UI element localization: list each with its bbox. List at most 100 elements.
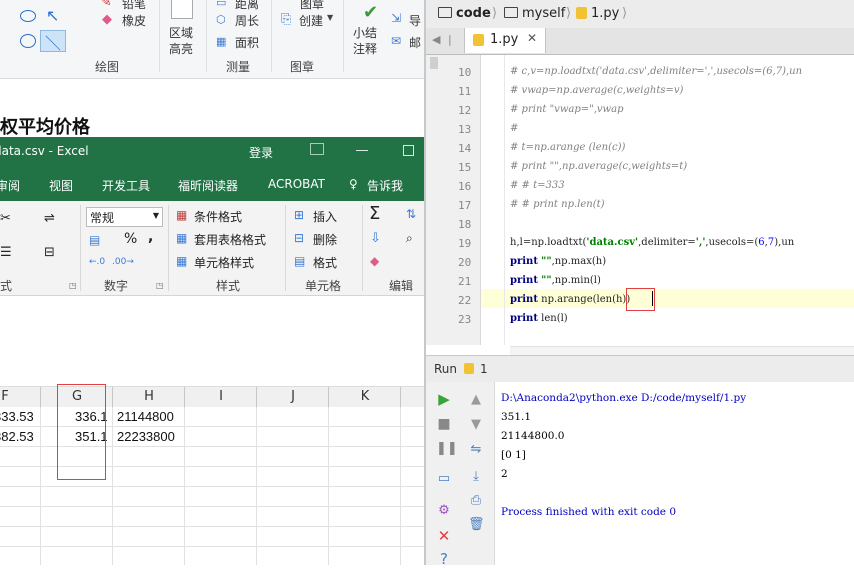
scroll-thumb[interactable]: [430, 57, 438, 69]
code-line[interactable]: # c,v=np.loadtxt('data.csv',delimiter=',…: [510, 66, 802, 77]
cell-styles-icon[interactable]: ▦: [176, 254, 187, 268]
code-line[interactable]: #: [510, 123, 518, 134]
clear-icon[interactable]: ◆: [370, 254, 379, 268]
stamp-tool[interactable]: 图章: [300, 0, 324, 12]
decrease-decimal-icon[interactable]: .00→: [112, 257, 134, 267]
export-label[interactable]: 导: [409, 12, 421, 29]
breadcrumb-file[interactable]: 1.py: [591, 6, 619, 21]
run-config-name[interactable]: 1: [480, 362, 488, 376]
create-icon[interactable]: ⎘: [281, 12, 291, 27]
format-icon[interactable]: ▤: [294, 254, 305, 268]
increase-decimal-icon[interactable]: ←.0: [89, 257, 105, 267]
create-tool[interactable]: 创建: [299, 12, 323, 29]
export-icon[interactable]: ⇲: [391, 11, 401, 25]
conditional-format-icon[interactable]: ▦: [176, 208, 187, 222]
scroll-end-icon[interactable]: ⤓: [468, 470, 484, 484]
tab-acrobat[interactable]: ACROBAT: [268, 177, 325, 191]
column-j[interactable]: J: [257, 389, 329, 404]
code-line[interactable]: print "",np.max(h): [510, 256, 606, 267]
conditional-format-button[interactable]: 条件格式: [194, 208, 242, 225]
code-line[interactable]: # # t=333: [510, 180, 565, 191]
pause-icon[interactable]: ❚❚: [436, 442, 458, 456]
up-arrow-icon[interactable]: ▲: [468, 393, 484, 407]
cell-styles-button[interactable]: 单元格样式: [194, 254, 254, 271]
expand-icon[interactable]: ◳: [69, 281, 77, 290]
code-line[interactable]: # # print np.len(t): [510, 199, 605, 210]
console-output[interactable]: D:\Anaconda2\python.exe D:/code/myself/1…: [495, 382, 854, 565]
format-as-table-button[interactable]: 套用表格格式: [194, 231, 266, 248]
percent-button[interactable]: %: [124, 231, 137, 247]
code-line[interactable]: # print "",np.average(c,weights=t): [510, 161, 687, 172]
pencil-tool[interactable]: 铅笔: [122, 0, 146, 12]
delete-icon[interactable]: ⊟: [294, 231, 304, 245]
tab-view[interactable]: 视图: [49, 177, 73, 194]
highlight-label[interactable]: 高亮: [169, 40, 193, 57]
cell-f2[interactable]: 382.53: [0, 429, 34, 444]
layout-icon[interactable]: ▭: [436, 472, 452, 486]
ribbon-display-icon[interactable]: [310, 143, 324, 155]
insert-button[interactable]: 插入: [313, 208, 337, 225]
cell-h1[interactable]: 21144800: [117, 409, 174, 424]
area-icon[interactable]: ▦: [216, 35, 226, 48]
ellipse-tool-icon[interactable]: [20, 10, 36, 22]
code-editor[interactable]: 10 11 12 13 14 15 16 17 18 19 20 21 22 2…: [426, 55, 854, 345]
distance-tool[interactable]: 距离: [235, 0, 259, 12]
tab-1-py[interactable]: 1.py ✕: [464, 28, 546, 53]
code-line[interactable]: # print "vwap=",vwap: [510, 104, 623, 115]
tab-review[interactable]: 审阅: [0, 177, 20, 194]
indent-icon[interactable]: ☰: [0, 245, 12, 260]
fill-icon[interactable]: ⇩: [370, 231, 381, 246]
close-icon[interactable]: ✕: [527, 31, 537, 45]
format-painter-icon[interactable]: ✂: [0, 211, 11, 226]
login-link[interactable]: 登录: [249, 144, 273, 161]
lightbulb-icon[interactable]: ♀: [349, 177, 358, 191]
chevron-left-icon[interactable]: ◀: [432, 33, 440, 46]
close-icon[interactable]: ✕: [436, 529, 452, 544]
pencil-icon[interactable]: ✎: [100, 0, 112, 10]
code-line[interactable]: # vwap=np.average(c,weights=v): [510, 85, 683, 96]
chevron-down-icon[interactable]: ▼: [327, 13, 333, 22]
debug-icon[interactable]: ⚙: [436, 504, 452, 518]
run-label[interactable]: Run: [434, 362, 457, 376]
code-line[interactable]: # t=np.arange (len(c)): [510, 142, 625, 153]
region-highlight-icon[interactable]: [171, 0, 193, 19]
tell-me-input[interactable]: 告诉我: [367, 177, 403, 194]
breadcrumb-myself[interactable]: myself: [522, 6, 565, 21]
format-as-table-icon[interactable]: ▦: [176, 231, 187, 245]
number-format-select[interactable]: 常规 ▼: [86, 207, 163, 227]
down-arrow-icon[interactable]: ▼: [468, 418, 484, 432]
maximize-icon[interactable]: [403, 145, 414, 156]
soft-wrap-icon[interactable]: ⇋: [468, 443, 484, 457]
merge-cells-icon[interactable]: ⊟: [44, 245, 55, 260]
code-line[interactable]: print len(l): [510, 313, 568, 324]
perimeter-tool[interactable]: 周长: [235, 12, 259, 29]
area-tool[interactable]: 面积: [235, 34, 259, 51]
sum-icon[interactable]: Σ: [369, 203, 380, 224]
horizontal-scrollbar[interactable]: [510, 346, 854, 355]
stop-icon[interactable]: ■: [436, 417, 452, 431]
column-h[interactable]: H: [113, 389, 185, 404]
cell-h2[interactable]: 22233800: [117, 429, 175, 444]
column-k[interactable]: K: [329, 389, 401, 404]
format-button[interactable]: 格式: [313, 254, 337, 271]
distance-icon[interactable]: ▭: [216, 0, 226, 9]
perimeter-icon[interactable]: ⬡: [216, 13, 226, 26]
code-line[interactable]: print np.arange(len(h)): [510, 294, 630, 305]
comma-button[interactable]: ,: [148, 229, 153, 245]
column-i[interactable]: I: [185, 389, 257, 404]
currency-icon[interactable]: ▤: [89, 233, 100, 247]
region-label[interactable]: 区域: [169, 24, 193, 41]
expand-icon[interactable]: ◳: [156, 281, 164, 290]
tab-foxit-reader[interactable]: 福昕阅读器: [178, 177, 238, 194]
code-line[interactable]: h,l=np.loadtxt('data.csv',delimiter=',',…: [510, 237, 794, 248]
rerun-icon[interactable]: ▶: [436, 392, 452, 407]
annotate-label[interactable]: 注释: [353, 40, 377, 57]
mail-icon[interactable]: ✉: [391, 34, 401, 48]
wrap-text-icon[interactable]: ⇌: [44, 211, 55, 226]
eraser-icon[interactable]: ◆: [102, 12, 112, 27]
sort-icon[interactable]: ⇅: [406, 207, 416, 221]
delete-button[interactable]: 删除: [313, 231, 337, 248]
code-line[interactable]: print "",np.min(l): [510, 275, 601, 286]
summary-label[interactable]: 小结: [353, 24, 377, 41]
summary-check-icon[interactable]: ✔: [363, 2, 378, 23]
